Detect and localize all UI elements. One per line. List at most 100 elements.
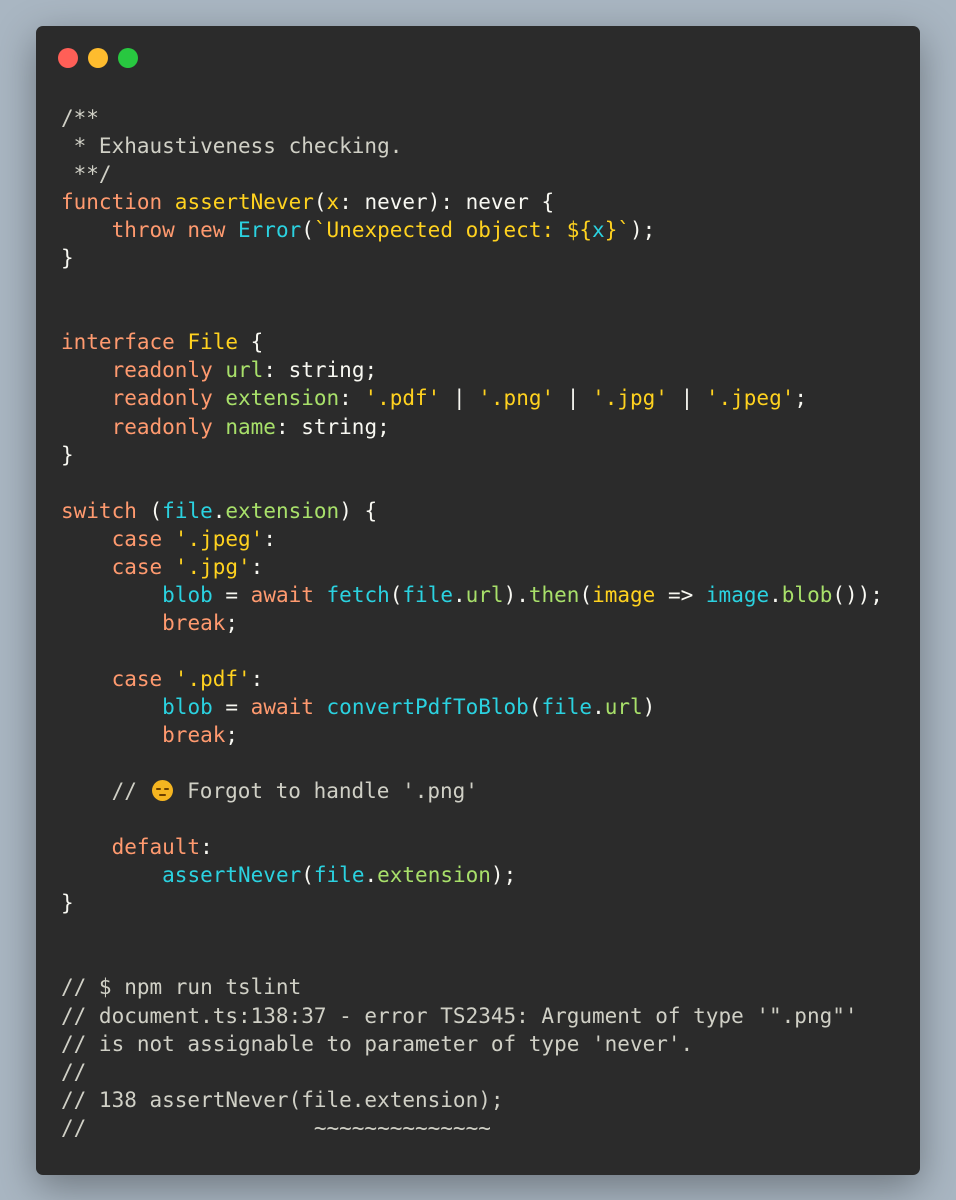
- code-line: break;: [61, 609, 911, 637]
- code-token: ;: [794, 386, 808, 411]
- code-token: '.jpeg': [705, 386, 795, 411]
- code-line: case '.pdf':: [61, 665, 911, 693]
- code-token: : never): never {: [339, 190, 555, 215]
- code-token: blob: [162, 582, 213, 607]
- code-line: // 138 assertNever(file.extension);: [61, 1086, 911, 1114]
- code-line: blob = await fetch(file.url).then(image …: [61, 581, 911, 609]
- code-token: // 138 assertNever(file.extension);: [61, 1087, 504, 1112]
- zoom-button[interactable]: [118, 48, 138, 68]
- code-token: File: [187, 330, 239, 355]
- code-token: fetch: [326, 582, 390, 607]
- code-token: image: [705, 582, 770, 607]
- code-token: assertNever: [162, 863, 302, 888]
- code-token: file: [162, 498, 213, 523]
- code-token: .: [769, 582, 782, 607]
- code-token: function: [61, 190, 175, 215]
- code-line: //: [61, 1058, 911, 1086]
- code-token: :: [339, 386, 365, 411]
- code-token: url: [465, 582, 504, 607]
- code-line: // Forgot to handle '.png': [61, 777, 911, 805]
- code-token: );: [630, 218, 656, 243]
- code-token: //: [61, 779, 150, 804]
- code-line: }: [61, 889, 911, 917]
- code-token: readonly: [111, 414, 226, 439]
- code-token: (: [301, 863, 314, 888]
- code-token: * Exhaustiveness checking.: [61, 134, 403, 159]
- code-token: : string;: [263, 358, 378, 383]
- code-token: =: [212, 694, 251, 719]
- code-token: '.pdf': [174, 666, 251, 691]
- code-token: ).: [503, 582, 529, 607]
- code-token: '.jpg': [592, 386, 668, 411]
- code-line: default:: [61, 833, 911, 861]
- code-line: case '.jpeg':: [61, 525, 911, 553]
- code-token: await: [250, 694, 327, 719]
- code-token: //: [61, 1059, 87, 1084]
- code-token: x: [592, 218, 605, 243]
- code-line: throw new Error(`Unexpected object: ${x}…: [61, 216, 911, 244]
- code-token: // document.ts:138:37 - error TS2345: Ar…: [61, 1003, 858, 1028]
- code-line: // is not assignable to parameter of typ…: [61, 1030, 911, 1058]
- code-line: readonly name: string;: [61, 413, 911, 441]
- code-line: // document.ts:138:37 - error TS2345: Ar…: [61, 1002, 911, 1030]
- code-token: ) {: [339, 498, 378, 523]
- code-token: =: [212, 582, 251, 607]
- code-token: .: [364, 863, 378, 888]
- code-token: switch: [61, 498, 150, 523]
- code-token: :: [263, 526, 276, 551]
- code-line: blob = await convertPdfToBlob(file.url): [61, 693, 911, 721]
- code-token: // is not assignable to parameter of typ…: [61, 1031, 694, 1056]
- code-token: (: [389, 582, 403, 607]
- code-token: }: [61, 891, 74, 916]
- code-token: readonly: [111, 358, 226, 383]
- code-token: (: [528, 694, 542, 719]
- code-line: }: [61, 441, 911, 469]
- code-token: '.pdf': [364, 386, 441, 411]
- code-block: /** * Exhaustiveness checking. **/functi…: [61, 104, 911, 1142]
- code-token: ;: [225, 723, 239, 748]
- code-token: |: [554, 386, 593, 411]
- code-token: then: [528, 582, 580, 607]
- code-token: url: [604, 694, 643, 719]
- code-token: );: [490, 863, 517, 888]
- code-token: assertNever: [174, 190, 314, 215]
- code-line: assertNever(file.extension);: [61, 861, 911, 889]
- code-line: /**: [61, 104, 911, 132]
- code-token: convertPdfToBlob: [326, 694, 529, 719]
- code-token: break: [162, 723, 226, 748]
- code-token: ());: [832, 582, 883, 607]
- code-line: // ~~~~~~~~~~~~~~: [61, 1114, 911, 1142]
- code-token: :: [200, 835, 213, 860]
- close-button[interactable]: [58, 48, 78, 68]
- code-token: Forgot to handle '.png': [174, 779, 478, 804]
- code-token: url: [225, 358, 264, 383]
- code-token: name: [225, 414, 276, 439]
- code-token: =>: [655, 582, 706, 607]
- code-token: (: [579, 582, 593, 607]
- code-token: // $ npm run tslint: [61, 975, 302, 1000]
- minimize-button[interactable]: [88, 48, 108, 68]
- code-token: file: [402, 582, 453, 607]
- code-line: function assertNever(x: never): never {: [61, 188, 911, 216]
- code-token: extension: [377, 863, 491, 888]
- code-token: :: [250, 554, 264, 579]
- code-line: interface File {: [61, 328, 911, 356]
- code-token: (: [301, 218, 314, 243]
- code-token: Error: [238, 218, 302, 243]
- code-line: readonly url: string;: [61, 356, 911, 384]
- code-token: .: [592, 694, 605, 719]
- code-line: readonly extension: '.pdf' | '.png' | '.…: [61, 384, 911, 412]
- code-token: |: [667, 386, 706, 411]
- code-token: throw new: [111, 218, 239, 243]
